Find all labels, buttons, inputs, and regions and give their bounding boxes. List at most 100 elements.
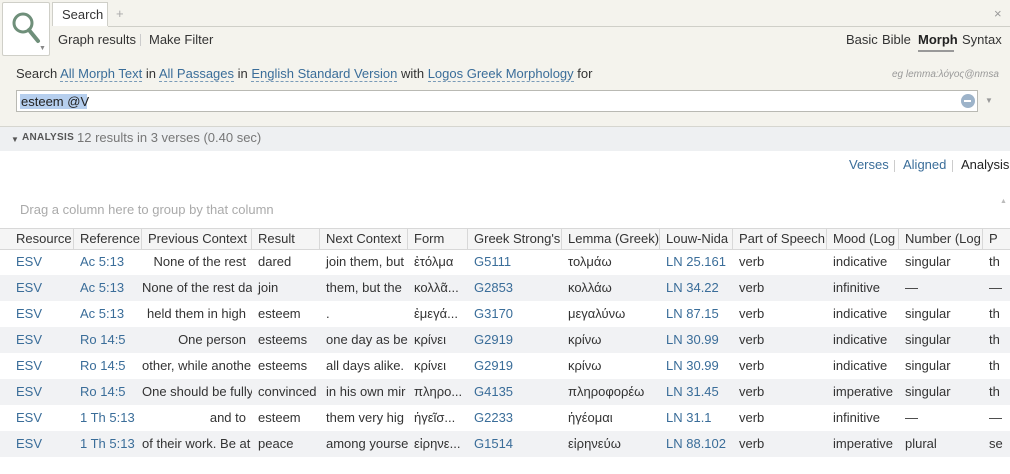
column-header-number[interactable]: Number (Log <box>899 229 983 249</box>
cell-greek-strongs[interactable]: G2919 <box>468 327 562 353</box>
cell-louw-nida[interactable]: LN 31.1 <box>660 405 733 431</box>
column-header-resource[interactable]: Resource <box>10 229 74 249</box>
cell-resource[interactable]: ESV <box>10 431 74 457</box>
cell-previous-context: One person <box>178 332 246 347</box>
cell-number: singular <box>905 358 951 373</box>
cell-resource[interactable]: ESV <box>10 405 74 431</box>
collapse-caret-icon[interactable]: ▼ <box>11 135 19 144</box>
cell-resource[interactable]: ESV <box>10 275 74 301</box>
cell-part-of-speech: verb <box>739 280 765 295</box>
cell-previous-context: None of the rest <box>153 254 247 269</box>
cell-resource[interactable]: ESV <box>10 327 74 353</box>
analysis-bar: ▼ ANALYSIS 12 results in 3 verses (0.40 … <box>0 127 1010 151</box>
table-row[interactable]: ESV Ac 5:13 None of the rest dared join them… <box>0 249 1010 275</box>
make-filter-button[interactable]: Make Filter <box>149 32 213 47</box>
text-scope-selector[interactable]: All Morph Text <box>60 66 143 82</box>
cell-person: th <box>989 306 1000 321</box>
cell-reference[interactable]: Ro 14:5 <box>74 353 142 379</box>
cell-mood: infinitive <box>833 410 880 425</box>
query-text: with <box>397 66 428 81</box>
table-row[interactable]: ESVAc 5:13None of the rest dared join them… <box>0 275 1010 301</box>
cell-louw-nida[interactable]: LN 25.161 <box>660 249 733 275</box>
cell-louw-nida[interactable]: LN 87.15 <box>660 301 733 327</box>
query-description: Search All Morph Text in All Passages in… <box>16 66 592 82</box>
cell-greek-strongs[interactable]: G1514 <box>468 431 562 457</box>
cell-lemma-greek: τολμάω <box>568 254 612 269</box>
cell-form: ἐτόλμα <box>414 254 454 269</box>
mode-bible[interactable]: Bible <box>882 32 911 47</box>
cell-person: — <box>989 280 1002 295</box>
run-search-icon[interactable] <box>961 94 975 108</box>
column-header-part-of-speech[interactable]: Part of Speech <box>733 229 827 249</box>
cell-previous-context: other, while another <box>142 358 252 373</box>
cell-previous-context: One should be fully <box>142 384 252 399</box>
cell-reference[interactable]: Ac 5:13 <box>74 249 142 275</box>
grid-header: Resource Reference Previous Context Result N… <box>0 228 1010 250</box>
cell-previous-context: None of the rest dared <box>142 280 252 295</box>
cell-reference[interactable]: 1 Th 5:13 <box>74 431 142 457</box>
table-row[interactable]: ESV 1 Th 5:13 and to esteem them very hig ἡγε… <box>0 405 1010 431</box>
analysis-title[interactable]: ANALYSIS <box>22 132 74 143</box>
cell-reference[interactable]: Ac 5:13 <box>74 301 142 327</box>
cell-louw-nida[interactable]: LN 30.99 <box>660 353 733 379</box>
view-verses[interactable]: Verses <box>849 157 889 172</box>
add-tab-icon[interactable]: + <box>116 6 124 21</box>
column-header-lemma-greek[interactable]: Lemma (Greek) <box>562 229 660 249</box>
cell-part-of-speech: verb <box>739 254 765 269</box>
cell-greek-strongs[interactable]: G2853 <box>468 275 562 301</box>
table-row[interactable]: ESV Ro 14:5 One person esteems one day as be… <box>0 327 1010 353</box>
passages-selector[interactable]: All Passages <box>158 66 235 82</box>
cell-reference[interactable]: Ro 14:5 <box>74 327 142 353</box>
close-icon[interactable]: × <box>994 6 1002 21</box>
cell-number: plural <box>905 436 937 451</box>
cell-reference[interactable]: Ac 5:13 <box>74 275 142 301</box>
scroll-up-icon[interactable]: ▲ <box>1000 198 1007 205</box>
table-row[interactable]: ESV Ro 14:5 other, while another esteems all… <box>0 353 1010 379</box>
cell-greek-strongs[interactable]: G4135 <box>468 379 562 405</box>
cell-next-context: among yourse <box>326 436 408 451</box>
column-header-mood[interactable]: Mood (Log <box>827 229 899 249</box>
cell-louw-nida[interactable]: LN 30.99 <box>660 327 733 353</box>
view-analysis[interactable]: Analysis <box>961 157 1009 172</box>
column-header-form[interactable]: Form <box>408 229 468 249</box>
cell-resource[interactable]: ESV <box>10 353 74 379</box>
cell-louw-nida[interactable]: LN 88.102 <box>660 431 733 457</box>
cell-greek-strongs[interactable]: G2919 <box>468 353 562 379</box>
morphology-selector[interactable]: Logos Greek Morphology <box>427 66 574 82</box>
cell-result: esteems <box>258 358 308 373</box>
cell-greek-strongs[interactable]: G3170 <box>468 301 562 327</box>
cell-greek-strongs[interactable]: G5111 <box>468 249 562 275</box>
graph-results-button[interactable]: Graph results <box>58 32 136 47</box>
cell-resource[interactable]: ESV <box>10 379 74 405</box>
cell-form: ἐμεγά... <box>414 306 458 321</box>
column-header-louw-nida[interactable]: Louw-Nida <box>660 229 733 249</box>
search-input[interactable] <box>17 91 955 111</box>
column-header-reference[interactable]: Reference <box>74 229 142 249</box>
column-header-greek-strongs[interactable]: Greek Strong's <box>468 229 562 249</box>
search-panel-icon-button[interactable]: ▼ <box>2 2 50 56</box>
version-selector[interactable]: English Standard Version <box>251 66 398 82</box>
column-header-person[interactable]: P <box>983 229 1010 249</box>
cell-result: convinced <box>258 384 317 399</box>
cell-reference[interactable]: 1 Th 5:13 <box>74 405 142 431</box>
cell-next-context: in his own mir <box>326 384 406 399</box>
history-dropdown-icon[interactable]: ▼ <box>985 96 993 105</box>
cell-louw-nida[interactable]: LN 31.45 <box>660 379 733 405</box>
cell-reference[interactable]: Ro 14:5 <box>74 379 142 405</box>
mode-basic[interactable]: Basic <box>846 32 878 47</box>
table-row[interactable]: ESV Ro 14:5 One should be fully convinced in… <box>0 379 1010 405</box>
column-header-previous-context[interactable]: Previous Context <box>142 229 252 249</box>
column-header-next-context[interactable]: Next Context <box>320 229 408 249</box>
cell-louw-nida[interactable]: LN 34.22 <box>660 275 733 301</box>
column-header-result[interactable]: Result <box>252 229 320 249</box>
mode-morph[interactable]: Morph <box>918 32 958 47</box>
cell-resource[interactable]: ESV <box>10 301 74 327</box>
cell-greek-strongs[interactable]: G2233 <box>468 405 562 431</box>
mode-syntax[interactable]: Syntax <box>962 32 1002 47</box>
table-row[interactable]: ESV Ac 5:13 held them in high esteem. ἐμεγά.… <box>0 301 1010 327</box>
tab-search[interactable]: Search <box>52 2 108 26</box>
view-aligned[interactable]: Aligned <box>903 157 946 172</box>
table-row[interactable]: ESV 1 Th 5:13 of their work. Be at peace amo… <box>0 431 1010 457</box>
group-by-drop-zone[interactable]: Drag a column here to group by that colu… <box>20 202 274 217</box>
cell-resource[interactable]: ESV <box>10 249 74 275</box>
